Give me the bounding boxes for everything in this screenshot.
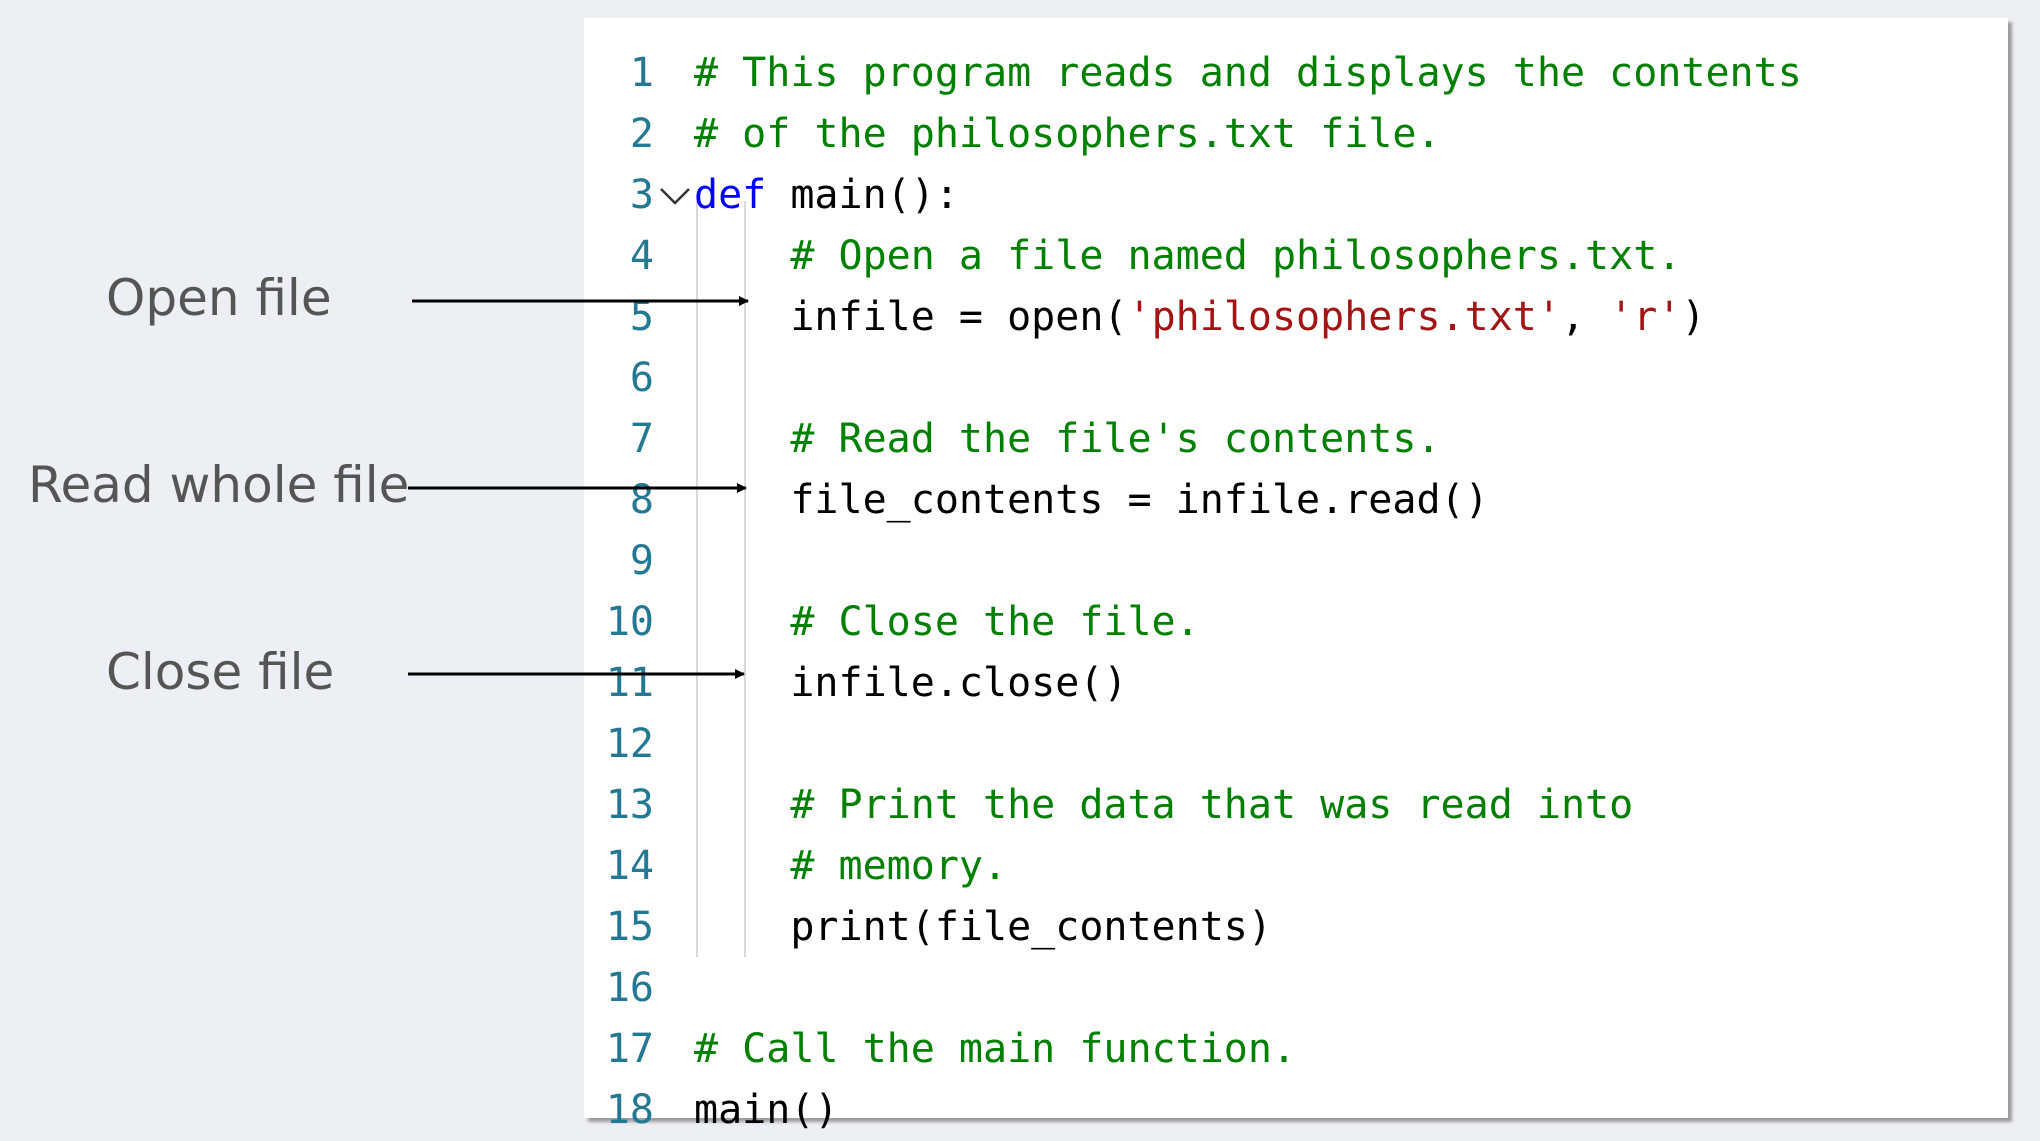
line-number: 13: [605, 782, 654, 828]
code-line: 2 # of the philosophers.txt file.: [584, 104, 2008, 165]
code-text: # memory.: [694, 836, 1007, 897]
line-number: 17: [605, 1026, 654, 1072]
code-token-comment: # Print the data that was read into: [790, 782, 1634, 828]
code-line: 14 # memory.: [584, 836, 2008, 897]
line-number: 14: [605, 843, 654, 889]
code-token-string: 'r': [1609, 294, 1682, 340]
line-number: 18: [605, 1087, 654, 1133]
code-text: # Close the file.: [694, 592, 1200, 653]
code-editor-panel: 1 # This program reads and displays the c…: [584, 18, 2008, 1133]
chevron-down-icon[interactable]: [657, 165, 693, 226]
code-line: 17 # Call the main function.: [584, 1019, 2008, 1080]
line-number: 16: [605, 965, 654, 1011]
code-token-comment: # This program reads and displays the co…: [694, 50, 1802, 96]
code-line: 16: [584, 958, 2008, 1019]
code-line: 10 # Close the file.: [584, 592, 2008, 653]
line-number: 4: [629, 233, 654, 279]
code-text: infile = open('philosophers.txt', 'r'): [694, 287, 1705, 348]
code-line: 15 print(file_contents): [584, 897, 2008, 958]
code-line: 11 infile.close(): [584, 653, 2008, 714]
code-token-plain: ,: [1560, 294, 1610, 340]
code-line: 12: [584, 714, 2008, 775]
code-line: 7 # Read the file's contents.: [584, 409, 2008, 470]
line-number: 3: [629, 172, 654, 218]
line-number: 7: [629, 416, 654, 462]
line-number: 5: [629, 294, 654, 340]
code-token-plain: infile.close(): [694, 660, 1128, 706]
line-number: 8: [629, 477, 654, 523]
code-token-keyword: def: [694, 172, 767, 218]
code-text: infile.close(): [694, 653, 1127, 714]
line-number: 9: [629, 538, 654, 584]
line-number: 2: [629, 111, 654, 157]
code-line: 6: [584, 348, 2008, 409]
annotation-open-file: Open file: [106, 269, 332, 327]
line-number: 10: [605, 599, 654, 645]
code-token-plain: file_contents = infile.read(): [694, 477, 1489, 523]
code-token-plain: main():: [766, 172, 959, 218]
code-token-comment: # Read the file's contents.: [790, 416, 1441, 462]
code-token-plain: main(): [694, 1087, 839, 1133]
code-token-comment: # memory.: [790, 843, 1008, 889]
code-text: def main():: [694, 165, 959, 226]
code-text: # Read the file's contents.: [694, 409, 1441, 470]
code-token-plain: print(file_contents): [694, 904, 1272, 950]
code-line: 5 infile = open('philosophers.txt', 'r'): [584, 287, 2008, 348]
code-token-plain: ): [1681, 294, 1706, 340]
line-number: 6: [629, 355, 654, 401]
code-line: 3 def main():: [584, 165, 2008, 226]
code-line: 4 # Open a file named philosophers.txt.: [584, 226, 2008, 287]
code-token-comment: # Call the main function.: [694, 1026, 1297, 1072]
line-number: 1: [629, 50, 654, 96]
code-token-comment: # Open a file named philosophers.txt.: [790, 233, 1682, 279]
code-token-string: 'philosophers.txt': [1127, 294, 1561, 340]
annotation-read-whole-file: Read whole file: [28, 456, 410, 514]
line-number: 12: [605, 721, 654, 767]
code-line: 9: [584, 531, 2008, 592]
code-line: 13 # Print the data that was read into: [584, 775, 2008, 836]
code-line: 18 main(): [584, 1080, 2008, 1141]
code-text: file_contents = infile.read(): [694, 470, 1489, 531]
code-token-plain: infile = open(: [694, 294, 1128, 340]
code-line: 1 # This program reads and displays the c…: [584, 43, 2008, 104]
code-token-comment: # Close the file.: [790, 599, 1200, 645]
line-number: 11: [605, 660, 654, 706]
code-line: 8 file_contents = infile.read(): [584, 470, 2008, 531]
code-text: # of the philosophers.txt file.: [694, 104, 1441, 165]
line-number: 15: [605, 904, 654, 950]
code-token-comment: # of the philosophers.txt file.: [694, 111, 1441, 157]
code-text: # Open a file named philosophers.txt.: [694, 226, 1681, 287]
code-text: # Print the data that was read into: [694, 775, 1633, 836]
code-text: # Call the main function.: [694, 1019, 1296, 1080]
code-text: print(file_contents): [694, 897, 1272, 958]
annotation-close-file: Close file: [106, 643, 335, 701]
code-text: # This program reads and displays the co…: [694, 43, 1802, 104]
code-text: main(): [694, 1080, 839, 1141]
